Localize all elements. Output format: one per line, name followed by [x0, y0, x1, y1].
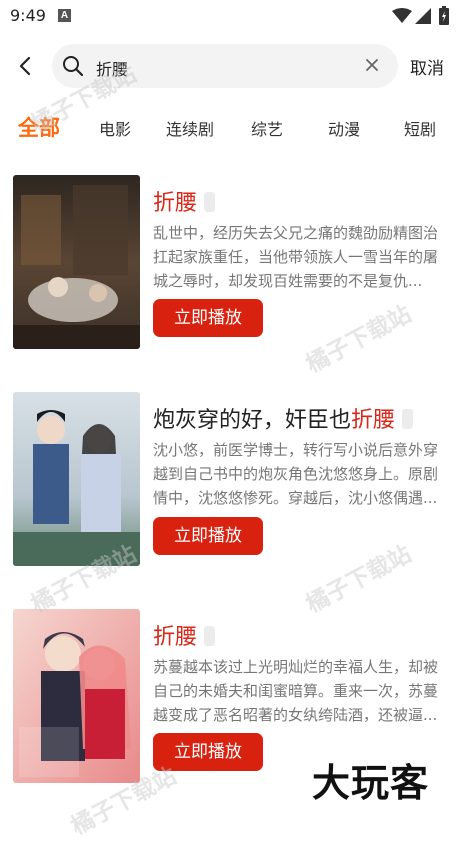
- result-description: 沈小悠，前医学博士，转行写小说后意外穿越到自己书中的炮灰角色沈悠悠身上。原剧情中…: [153, 441, 439, 507]
- clear-icon[interactable]: [365, 58, 379, 72]
- result-description: 苏蔓越本该过上光明灿烂的幸福人生，却被自己的未婚夫和闺蜜暗算。重来一次，苏蔓越变…: [153, 658, 439, 724]
- result-title[interactable]: 折腰: [153, 185, 216, 217]
- result-card[interactable]: 炮灰穿的好，奸臣也折腰 沈小悠，前医学博士，转行写小说后意外穿越到自己书中的炮灰…: [13, 392, 449, 566]
- signal-icon: [415, 8, 431, 24]
- poster-image[interactable]: [13, 175, 140, 349]
- battery-icon: [439, 6, 449, 25]
- result-title[interactable]: 炮灰穿的好，奸臣也折腰: [153, 402, 414, 434]
- tab-variety[interactable]: 综艺: [251, 116, 283, 140]
- tag-placeholder: [204, 626, 216, 646]
- result-title[interactable]: 折腰: [153, 619, 216, 651]
- result-description: 乱世中，经历失去父兄之痛的魏劭励精图治扛起家族重任，当他带领族人一雪当年的屠城之…: [153, 224, 439, 290]
- poster-image[interactable]: [13, 609, 140, 783]
- tag-placeholder: [204, 192, 216, 212]
- notification-app-icon: A: [58, 9, 71, 22]
- search-header: 折腰 取消: [0, 42, 459, 90]
- status-bar: 9:49 A: [0, 0, 459, 32]
- back-arrow-icon[interactable]: [14, 54, 38, 78]
- wifi-icon: [392, 8, 412, 23]
- tag-placeholder: [402, 409, 414, 429]
- tab-series[interactable]: 连续剧: [166, 116, 214, 140]
- tab-short-drama[interactable]: 短剧: [404, 116, 436, 140]
- play-button[interactable]: 立即播放: [153, 299, 263, 337]
- tab-anime[interactable]: 动漫: [328, 116, 360, 140]
- brand-logo: 大玩客: [312, 761, 430, 805]
- status-time: 9:49: [10, 6, 46, 25]
- play-button[interactable]: 立即播放: [153, 517, 263, 555]
- search-icon: [63, 56, 84, 77]
- tab-movies[interactable]: 电影: [99, 116, 131, 140]
- cancel-button[interactable]: 取消: [410, 54, 444, 79]
